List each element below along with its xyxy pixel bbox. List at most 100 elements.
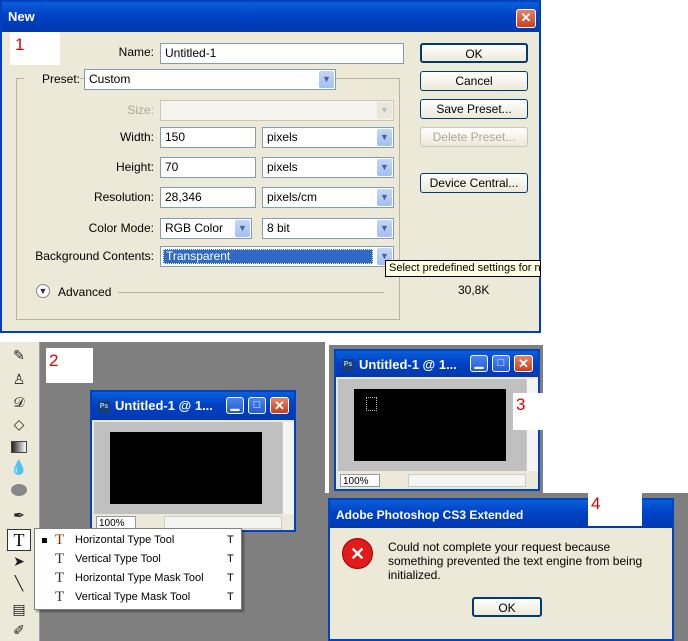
pen-icon[interactable]: ✒ <box>10 506 28 524</box>
image-size-value: 30,8K <box>458 283 490 297</box>
notes-icon[interactable]: ▤ <box>10 600 28 618</box>
marker-box-3: 3 <box>513 393 543 430</box>
tool-menu-item[interactable]: T Vertical Type Mask Tool T <box>35 588 241 607</box>
width-label: Width: <box>119 130 154 144</box>
photoshop-doc-icon: Ps <box>98 401 110 413</box>
type-tool-button[interactable]: T <box>7 529 31 551</box>
background-contents-label: Background Contents: <box>35 249 154 263</box>
resolution-unit-select[interactable]: pixels/cm ▼ <box>262 187 394 208</box>
doc2-canvas[interactable] <box>110 432 262 504</box>
ok-button[interactable]: OK <box>420 43 528 63</box>
size-label: Size: <box>127 103 154 117</box>
tool-menu-label: Horizontal Type Tool <box>75 534 175 546</box>
close-button[interactable]: ✕ <box>514 355 533 372</box>
chevron-down-icon[interactable]: ▼ <box>377 189 392 206</box>
error-message: Could not complete your request because … <box>388 540 643 582</box>
chevron-down-icon: ▼ <box>377 102 392 119</box>
minimize-button[interactable]: ▁ <box>226 397 244 414</box>
delete-preset-button: Delete Preset... <box>420 127 528 147</box>
height-unit-value: pixels <box>267 160 298 174</box>
preset-select[interactable]: Custom ▼ <box>84 69 336 90</box>
doc3-titlebar[interactable]: Ps Untitled-1 @ 1... ▁ □ ✕ <box>336 351 538 377</box>
selection-arrow-icon[interactable]: ➤ <box>10 552 28 570</box>
marker-4: 4 <box>591 494 601 513</box>
tool-menu-item[interactable]: T Horizontal Type Tool T <box>35 531 241 550</box>
width-input[interactable]: 150 <box>160 127 256 148</box>
chevron-down-icon[interactable]: ▼ <box>377 129 392 146</box>
color-mode-value: RGB Color <box>165 221 224 235</box>
doc3-canvas[interactable] <box>354 389 506 461</box>
blur-icon[interactable]: 💧 <box>10 458 28 476</box>
doc2-canvas-area <box>94 422 282 514</box>
chevron-down-icon: ▼ <box>38 286 48 296</box>
chevron-down-icon[interactable]: ▼ <box>377 159 392 176</box>
type-tool-icon: T <box>13 530 25 550</box>
error-icon: ✕ <box>342 538 373 569</box>
resolution-unit-value: pixels/cm <box>267 190 318 204</box>
resolution-input[interactable]: 28,346 <box>160 187 256 208</box>
name-input[interactable]: Untitled-1 <box>160 43 404 64</box>
document-window-2: Ps Untitled-1 @ 1... ▁ □ ✕ 100% <box>90 390 296 532</box>
preset-label: Preset: <box>24 69 80 89</box>
maximize-button[interactable]: □ <box>248 397 266 414</box>
line-tool-icon[interactable]: ╲ <box>10 574 28 592</box>
save-preset-button[interactable]: Save Preset... <box>420 99 528 119</box>
minimize-button[interactable]: ▁ <box>470 355 488 372</box>
new-dialog: New ✕ 1 Name: Untitled-1 Preset: Custom … <box>0 0 541 333</box>
history-brush-icon[interactable]: 𝒟 <box>10 393 28 411</box>
cancel-button[interactable]: Cancel <box>420 71 528 91</box>
height-unit-select[interactable]: pixels ▼ <box>262 157 394 178</box>
type-tool-icon: T <box>55 570 65 586</box>
eraser-icon[interactable]: ◇ <box>10 415 28 433</box>
marker-box-2: 2 <box>46 348 93 383</box>
text-cursor-box <box>366 397 377 411</box>
tool-menu-shortcut: T <box>227 553 234 565</box>
resolution-label: Resolution: <box>93 190 154 204</box>
doc3-hscrollbar[interactable] <box>408 474 526 487</box>
device-central-button[interactable]: Device Central... <box>420 173 528 193</box>
marker-3: 3 <box>516 395 526 414</box>
chevron-down-icon[interactable]: ▼ <box>319 71 334 88</box>
type-tool-icon: T <box>55 551 65 567</box>
doc3-title: Untitled-1 @ 1... <box>359 357 457 372</box>
height-input[interactable]: 70 <box>160 157 256 178</box>
photoshop-doc-icon: Ps <box>342 359 354 371</box>
type-tool-icon: T <box>55 589 65 605</box>
type-tool-icon: T <box>55 532 65 548</box>
tool-menu-label: Horizontal Type Mask Tool <box>75 572 204 584</box>
eyedropper-icon[interactable]: ✐ <box>10 621 28 639</box>
advanced-divider <box>118 292 384 293</box>
type-tool-flyout-menu: T Horizontal Type Tool T T Vertical Type Too… <box>34 528 242 610</box>
bit-depth-select[interactable]: 8 bit ▼ <box>262 218 394 239</box>
doc2-vscrollbar[interactable] <box>282 422 294 514</box>
stamp-icon[interactable]: ♙ <box>10 370 28 388</box>
error-ok-button[interactable]: OK <box>472 597 542 617</box>
close-button[interactable]: ✕ <box>516 9 536 28</box>
width-unit-select[interactable]: pixels ▼ <box>262 127 394 148</box>
brush-icon[interactable]: ✎ <box>10 346 28 364</box>
chevron-down-icon[interactable]: ▼ <box>235 220 250 237</box>
gradient-icon[interactable] <box>11 441 27 453</box>
background-contents-select[interactable]: Transparent ▼ <box>160 246 394 267</box>
doc2-title: Untitled-1 @ 1... <box>115 398 213 413</box>
dodge-icon[interactable] <box>11 484 27 496</box>
new-dialog-titlebar[interactable]: New ✕ <box>2 2 539 32</box>
marker-box-4: 4 <box>588 492 642 526</box>
chevron-down-icon[interactable]: ▼ <box>377 220 392 237</box>
preset-value: Custom <box>89 72 131 86</box>
color-mode-select[interactable]: RGB Color ▼ <box>160 218 252 239</box>
tool-menu-item[interactable]: T Vertical Type Tool T <box>35 550 241 569</box>
maximize-button[interactable]: □ <box>492 355 510 372</box>
doc3-canvas-area <box>338 379 526 471</box>
marker-box-1: 1 <box>10 32 60 65</box>
advanced-toggle[interactable]: ▼ <box>36 284 50 298</box>
tool-menu-item[interactable]: T Horizontal Type Mask Tool T <box>35 569 241 588</box>
doc3-zoom-field[interactable]: 100% <box>340 474 380 487</box>
close-button[interactable]: ✕ <box>270 397 289 414</box>
marker-2: 2 <box>49 351 59 370</box>
tool-menu-label: Vertical Type Tool <box>75 553 161 565</box>
height-label: Height: <box>115 160 154 174</box>
doc2-titlebar[interactable]: Ps Untitled-1 @ 1... ▁ □ ✕ <box>92 392 294 420</box>
tool-menu-label: Vertical Type Mask Tool <box>75 591 191 603</box>
size-select: ▼ <box>160 100 394 121</box>
